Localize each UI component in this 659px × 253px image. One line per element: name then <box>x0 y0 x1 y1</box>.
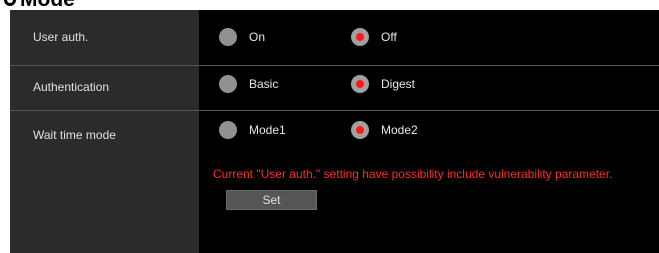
row-divider <box>10 65 659 66</box>
settings-panel: User auth. On Off Authentication Basic D… <box>10 10 659 253</box>
wait-time-mode2-radio[interactable]: Mode2 <box>351 121 418 139</box>
user-auth-on-label: On <box>249 30 266 44</box>
radio-unchecked-icon <box>219 121 237 139</box>
circle-bullet-icon <box>4 0 16 6</box>
user-auth-on-radio[interactable]: On <box>219 28 265 46</box>
authentication-basic-label: Basic <box>249 77 279 91</box>
wait-time-mode-label: Wait time mode <box>33 128 116 142</box>
radio-unchecked-icon <box>219 75 237 93</box>
wait-time-mode1-label: Mode1 <box>249 123 286 137</box>
authentication-basic-radio[interactable]: Basic <box>219 75 278 93</box>
vulnerability-warning-text: Current "User auth." setting have possib… <box>213 167 613 181</box>
radio-checked-icon <box>351 121 369 139</box>
row-divider <box>10 110 659 111</box>
authentication-digest-label: Digest <box>381 77 416 91</box>
wait-time-mode1-radio[interactable]: Mode1 <box>219 121 286 139</box>
user-auth-label: User auth. <box>33 30 89 44</box>
page: Mode User auth. On Off Authentication Ba… <box>0 0 659 253</box>
radio-unchecked-icon <box>219 28 237 46</box>
user-auth-off-radio[interactable]: Off <box>351 28 397 46</box>
set-button[interactable]: Set <box>226 190 317 210</box>
authentication-digest-radio[interactable]: Digest <box>351 75 415 93</box>
authentication-label: Authentication <box>33 80 110 94</box>
radio-checked-icon <box>351 75 369 93</box>
radio-checked-icon <box>351 28 369 46</box>
user-auth-off-label: Off <box>381 30 397 44</box>
wait-time-mode2-label: Mode2 <box>381 123 418 137</box>
